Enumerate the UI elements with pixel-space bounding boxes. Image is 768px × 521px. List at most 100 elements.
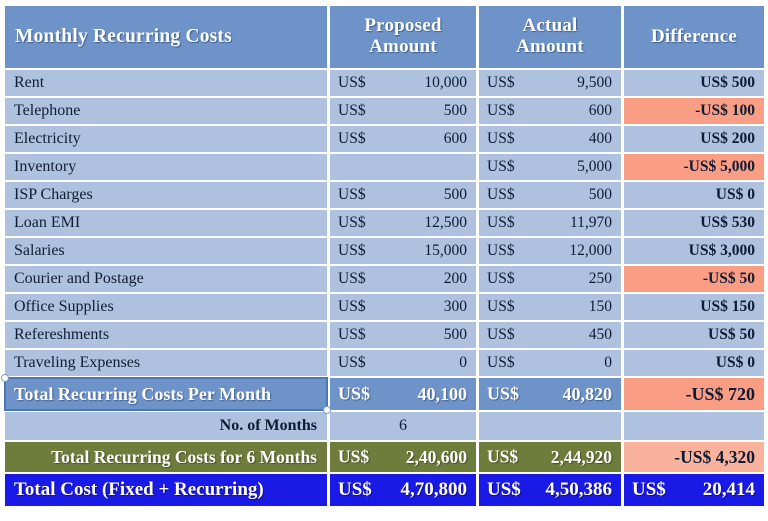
proposed-amount-cell[interactable]: US$ 200 [330,266,476,292]
total-per-month-difference[interactable]: -US$ 720 [624,378,764,410]
selection-handle-top-left[interactable] [1,374,9,382]
table-row: Salaries US$ 15,000 US$ 12,000 US$ 3,000 [5,238,764,264]
row-label[interactable]: Courier and Postage [5,266,327,292]
actual-amount-cell[interactable]: US$ 12,000 [479,238,621,264]
months-empty-difference[interactable] [624,412,764,440]
table-row: Electricity US$ 600 US$ 400 US$ 200 [5,126,764,152]
proposed-amount-cell[interactable]: US$ 12,500 [330,210,476,236]
header-cell-actual[interactable]: Actual Amount [479,6,621,68]
header-cell-difference[interactable]: Difference [624,6,764,68]
total-per-month-label[interactable]: Total Recurring Costs Per Month [1,374,331,414]
grand-total-proposed[interactable]: US$ 4,70,800 [330,474,476,506]
currency-label: US$ [487,479,521,500]
currency-label: US$ [487,383,520,404]
proposed-amount-cell[interactable] [330,154,476,180]
grand-total-label[interactable]: Total Cost (Fixed + Recurring) [5,474,327,506]
grand-total-difference[interactable]: US$ 20,414 [624,474,764,506]
recurring-costs-table: Monthly Recurring Costs Proposed Amount … [1,4,767,508]
actual-amount-cell[interactable]: US$ 600 [479,98,621,124]
currency-label: US$ [487,74,515,91]
months-empty-actual[interactable] [479,412,621,440]
actual-amount-cell[interactable]: US$ 150 [479,294,621,320]
actual-amount-cell[interactable]: US$ 400 [479,126,621,152]
total-per-month-proposed[interactable]: US$ 40,100 [330,378,476,410]
header-cell-proposed[interactable]: Proposed Amount [330,6,476,68]
header-proposed-line2: Amount [369,36,437,57]
proposed-amount-cell[interactable]: US$ 600 [330,126,476,152]
currency-label: US$ [338,298,366,315]
currency-label: US$ [338,354,366,371]
table-row: Loan EMI US$ 12,500 US$ 11,970 US$ 530 [5,210,764,236]
months-label[interactable]: No. of Months [5,412,327,440]
difference-cell[interactable]: US$ 500 [624,70,764,96]
row-label[interactable]: Refereshments [5,322,327,348]
proposed-amount-cell[interactable]: US$ 500 [330,98,476,124]
difference-cell[interactable]: US$ 0 [624,182,764,208]
table-row: Refereshments US$ 500 US$ 450 US$ 50 [5,322,764,348]
header-proposed-line1: Proposed [364,15,442,37]
budget-spreadsheet: Monthly Recurring Costs Proposed Amount … [0,0,768,521]
row-label[interactable]: Telephone [5,98,327,124]
proposed-amount-cell[interactable]: US$ 500 [330,322,476,348]
actual-amount-cell[interactable]: US$ 9,500 [479,70,621,96]
table-row: Courier and Postage US$ 200 US$ 250 -US$ 50 [5,266,764,292]
currency-label: US$ [487,242,515,259]
difference-cell[interactable]: -US$ 100 [624,98,764,124]
total-period-label[interactable]: Total Recurring Costs for 6 Months [5,442,327,472]
grand-total-actual[interactable]: US$ 4,50,386 [479,474,621,506]
table-row: Office Supplies US$ 300 US$ 150 US$ 150 [5,294,764,320]
table-body: Rent US$ 10,000 US$ 9,500 US$ 500 Telephone US$… [5,70,764,376]
difference-cell[interactable]: -US$ 50 [624,266,764,292]
difference-cell[interactable]: US$ 200 [624,126,764,152]
row-label[interactable]: Electricity [5,126,327,152]
actual-amount-cell[interactable]: US$ 11,970 [479,210,621,236]
total-for-period-row: Total Recurring Costs for 6 Months US$ 2… [5,442,764,472]
currency-label: US$ [487,354,515,371]
total-period-actual[interactable]: US$ 2,44,920 [479,442,621,472]
currency-label: US$ [487,158,515,175]
table-row: Traveling Expenses US$ 0 US$ 0 US$ 0 [5,350,764,376]
proposed-amount-cell[interactable]: US$ 300 [330,294,476,320]
number-of-months-row: No. of Months 6 [5,412,764,440]
row-label[interactable]: Rent [5,70,327,96]
currency-label: US$ [338,479,372,500]
header-actual-line1: Actual [522,15,578,37]
difference-cell[interactable]: US$ 530 [624,210,764,236]
total-per-month-actual[interactable]: US$ 40,820 [479,378,621,410]
total-period-difference[interactable]: -US$ 4,320 [624,442,764,472]
row-label[interactable]: Loan EMI [5,210,327,236]
row-label[interactable]: Salaries [5,238,327,264]
currency-label: US$ [487,214,515,231]
months-value[interactable]: 6 [330,412,476,440]
currency-label: US$ [338,326,366,343]
proposed-amount-cell[interactable]: US$ 10,000 [330,70,476,96]
total-period-proposed[interactable]: US$ 2,40,600 [330,442,476,472]
table-row: Inventory US$ 5,000 -US$ 5,000 [5,154,764,180]
difference-cell[interactable]: US$ 0 [624,350,764,376]
proposed-amount-cell[interactable]: US$ 0 [330,350,476,376]
grand-total-row: Total Cost (Fixed + Recurring) US$ 4,70,… [5,474,764,506]
row-label[interactable]: Office Supplies [5,294,327,320]
difference-cell[interactable]: US$ 50 [624,322,764,348]
difference-cell[interactable]: -US$ 5,000 [624,154,764,180]
difference-cell[interactable]: US$ 150 [624,294,764,320]
currency-label: US$ [338,214,366,231]
actual-amount-cell[interactable]: US$ 450 [479,322,621,348]
row-label[interactable]: Inventory [5,154,327,180]
currency-label: US$ [338,270,366,287]
currency-label: US$ [487,298,515,315]
currency-label: US$ [338,130,366,147]
row-label[interactable]: Traveling Expenses [5,350,327,376]
header-cell-label[interactable]: Monthly Recurring Costs [5,6,327,68]
row-label[interactable]: ISP Charges [5,182,327,208]
actual-amount-cell[interactable]: US$ 5,000 [479,154,621,180]
proposed-amount-cell[interactable]: US$ 15,000 [330,238,476,264]
actual-amount-cell[interactable]: US$ 0 [479,350,621,376]
actual-amount-cell[interactable]: US$ 500 [479,182,621,208]
proposed-amount-cell[interactable]: US$ 500 [330,182,476,208]
table-row: Rent US$ 10,000 US$ 9,500 US$ 500 [5,70,764,96]
currency-label: US$ [487,326,515,343]
currency-label: US$ [338,383,371,404]
difference-cell[interactable]: US$ 3,000 [624,238,764,264]
actual-amount-cell[interactable]: US$ 250 [479,266,621,292]
